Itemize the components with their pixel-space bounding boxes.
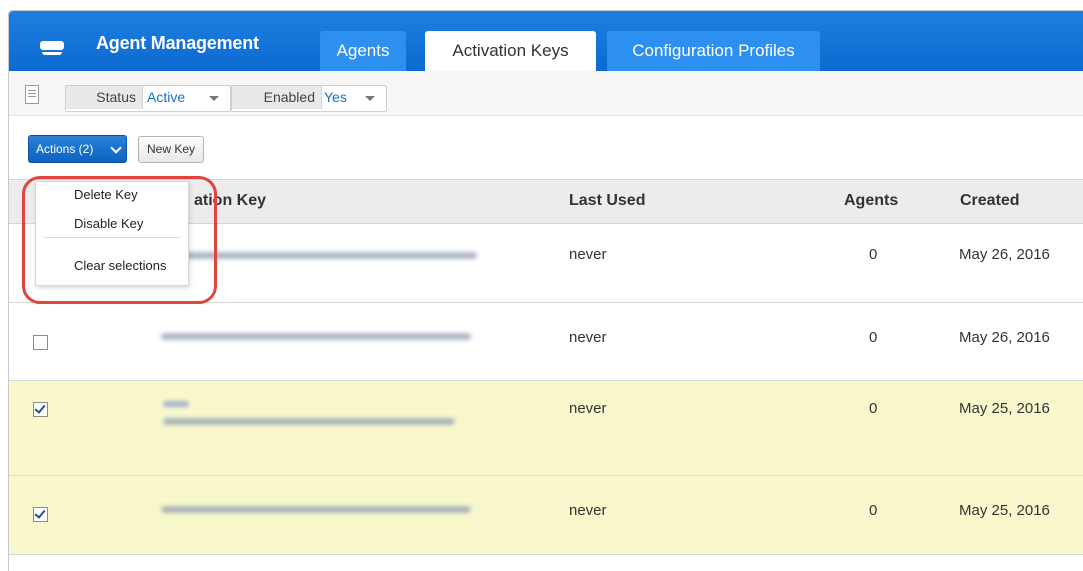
row-checkbox[interactable] [33, 507, 48, 522]
menu-item-clear-selections[interactable]: Clear selections [74, 258, 167, 273]
menu-divider [44, 237, 180, 238]
enabled-filter-label: Enabled [232, 86, 322, 109]
caret-down-icon[interactable] [209, 96, 219, 101]
app-title: Agent Management [96, 33, 259, 53]
created-cell: May 25, 2016 [959, 400, 1050, 417]
status-filter-value[interactable]: Active [147, 86, 185, 109]
created-cell: May 25, 2016 [959, 502, 1050, 519]
enabled-filter[interactable]: Enabled Yes [231, 85, 387, 112]
activation-key-redacted [161, 506, 471, 513]
status-filter-label: Status [66, 86, 143, 109]
table-row[interactable]: never 0 May 25, 2016 [9, 381, 1083, 476]
caret-down-icon[interactable] [365, 96, 375, 101]
column-header-created[interactable]: Created [960, 192, 1020, 210]
last-used-cell: never [569, 400, 607, 417]
brand-icon [40, 41, 64, 55]
chevron-down-icon [110, 142, 122, 154]
filter-list-icon[interactable] [25, 85, 39, 104]
actions-button[interactable]: Actions (2) [28, 135, 127, 163]
actions-button-label: Actions (2) [36, 142, 94, 156]
activation-key-name-redacted [163, 401, 189, 407]
created-cell: May 26, 2016 [959, 329, 1050, 346]
last-used-cell: never [569, 329, 607, 346]
tab-agents[interactable]: Agents [320, 31, 406, 71]
column-header-activation-key[interactable]: ation Key [194, 192, 266, 210]
app-frame: Agent Management Agents Activation Keys … [8, 10, 1083, 571]
last-used-cell: never [569, 246, 607, 263]
agents-cell: 0 [869, 502, 878, 519]
created-cell: May 26, 2016 [959, 246, 1050, 263]
activation-key-redacted [163, 418, 455, 425]
tab-activation-keys[interactable]: Activation Keys [425, 31, 596, 71]
last-used-cell: never [569, 502, 607, 519]
new-key-button[interactable]: New Key [138, 136, 204, 163]
app-header: Agent Management Agents Activation Keys … [9, 11, 1083, 71]
row-checkbox[interactable] [33, 335, 48, 350]
actions-menu: Delete Key Disable Key Clear selections [35, 181, 189, 286]
enabled-filter-value[interactable]: Yes [324, 86, 347, 109]
row-checkbox[interactable] [33, 402, 48, 417]
activation-key-redacted [161, 333, 471, 340]
agents-cell: 0 [869, 246, 878, 263]
filter-bar: Status Active Enabled Yes [9, 71, 1083, 116]
menu-item-delete-key[interactable]: Delete Key [74, 187, 138, 202]
agents-cell: 0 [869, 329, 878, 346]
status-filter[interactable]: Status Active [65, 85, 231, 112]
activation-key-redacted [159, 252, 477, 259]
tab-configuration-profiles[interactable]: Configuration Profiles [607, 31, 820, 71]
menu-item-disable-key[interactable]: Disable Key [74, 216, 143, 231]
table-row[interactable]: never 0 May 26, 2016 [9, 303, 1083, 381]
column-header-agents[interactable]: Agents [844, 192, 898, 210]
table-row[interactable]: never 0 May 25, 2016 [9, 476, 1083, 555]
agents-cell: 0 [869, 400, 878, 417]
column-header-last-used[interactable]: Last Used [569, 192, 645, 210]
